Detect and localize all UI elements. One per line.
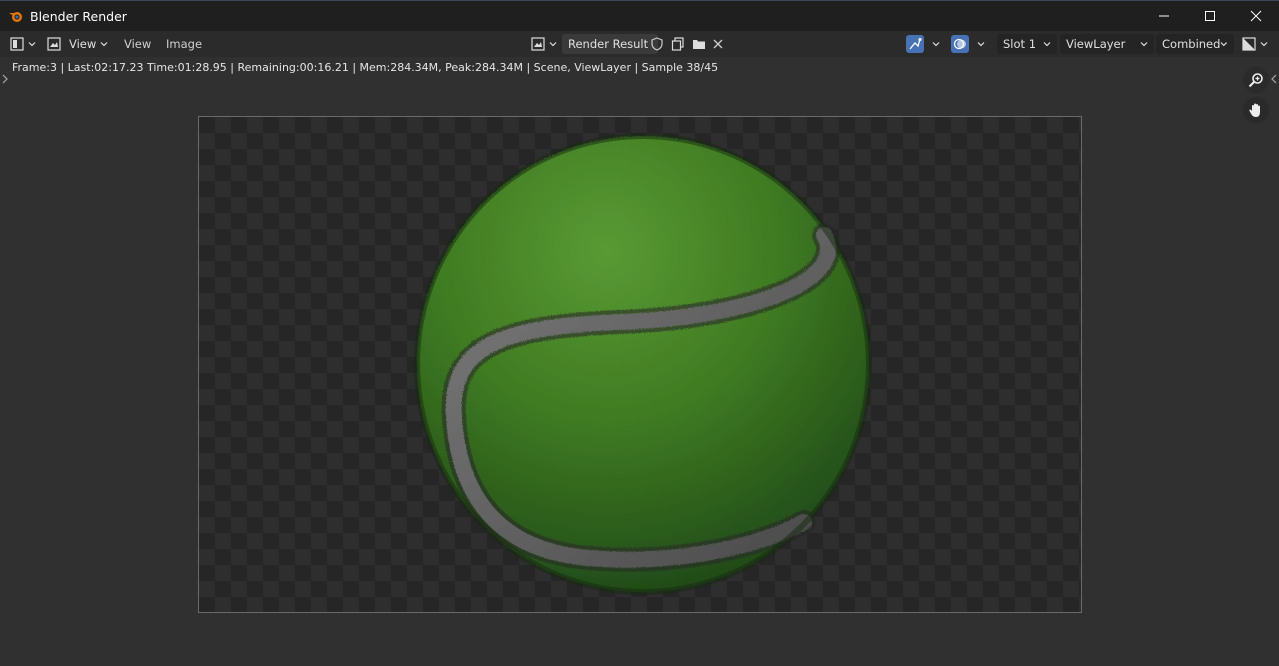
maximize-button[interactable] xyxy=(1187,1,1233,31)
browse-image-button[interactable] xyxy=(531,34,561,54)
unlink-image-button[interactable] xyxy=(712,34,724,54)
overlay-icon xyxy=(953,38,966,50)
zoom-icon xyxy=(1248,73,1263,88)
pan-tool-button[interactable] xyxy=(1243,97,1269,123)
render-pass-dropdown[interactable]: Combined xyxy=(1156,34,1234,54)
zoom-tool-button[interactable] xyxy=(1243,67,1269,93)
image-editor-icon xyxy=(10,37,24,51)
chevron-down-icon xyxy=(932,42,940,47)
display-channels-dropdown[interactable] xyxy=(1242,34,1272,54)
open-image-button[interactable] xyxy=(692,34,706,54)
close-window-button[interactable] xyxy=(1233,1,1279,31)
fake-user-shield-icon xyxy=(651,37,663,51)
toolbar-expand-arrow-icon[interactable] xyxy=(2,74,8,84)
slot-dropdown[interactable]: Slot 1 xyxy=(997,34,1057,54)
unlink-close-icon xyxy=(713,39,723,49)
chevron-down-icon xyxy=(28,42,36,47)
hand-pan-icon xyxy=(1249,103,1260,117)
tennis-ball-render xyxy=(414,133,872,595)
close-icon xyxy=(1250,10,1262,22)
image-name-field[interactable]: Render Result xyxy=(562,34,658,54)
open-folder-icon xyxy=(693,40,705,49)
image-view-icon xyxy=(47,37,61,51)
image-editor-header: View View Image Render Result Slot 1 Vie… xyxy=(0,31,1279,57)
chevron-down-icon xyxy=(1220,42,1228,47)
menu-image[interactable]: Image xyxy=(166,34,202,54)
window-titlebar: Blender Render xyxy=(0,0,1279,31)
overlay-toggle[interactable] xyxy=(951,34,985,54)
image-browse-icon xyxy=(531,37,545,51)
editor-type-button[interactable] xyxy=(10,34,40,54)
minimize-button[interactable] xyxy=(1141,1,1187,31)
minimize-icon xyxy=(1159,15,1169,17)
fake-user-button[interactable] xyxy=(650,34,664,54)
gizmo-icon xyxy=(909,38,922,50)
render-result-canvas[interactable] xyxy=(198,116,1082,613)
view-mode-dropdown[interactable]: View xyxy=(47,34,113,54)
window-title: Blender Render xyxy=(30,8,127,24)
chevron-down-icon xyxy=(1140,42,1148,47)
duplicate-image-button[interactable] xyxy=(671,34,685,54)
chevron-down-icon xyxy=(549,42,557,47)
menu-view[interactable]: View xyxy=(124,34,151,54)
duplicate-icon xyxy=(671,37,684,51)
display-channels-icon xyxy=(1242,37,1256,51)
chevron-down-icon xyxy=(977,42,985,47)
sidebar-expand-arrow-icon[interactable] xyxy=(1271,74,1277,84)
gizmo-toggle[interactable] xyxy=(906,34,940,54)
chevron-down-icon xyxy=(1043,42,1051,47)
render-info-text: Frame:3 | Last:02:17.23 Time:01:28.95 | … xyxy=(12,61,719,74)
chevron-down-icon xyxy=(100,42,108,47)
view-mode-label: View xyxy=(69,37,97,51)
blender-logo-icon xyxy=(9,12,22,22)
view-layer-dropdown[interactable]: ViewLayer xyxy=(1060,34,1154,54)
maximize-icon xyxy=(1205,11,1215,21)
chevron-down-icon xyxy=(1260,42,1268,47)
